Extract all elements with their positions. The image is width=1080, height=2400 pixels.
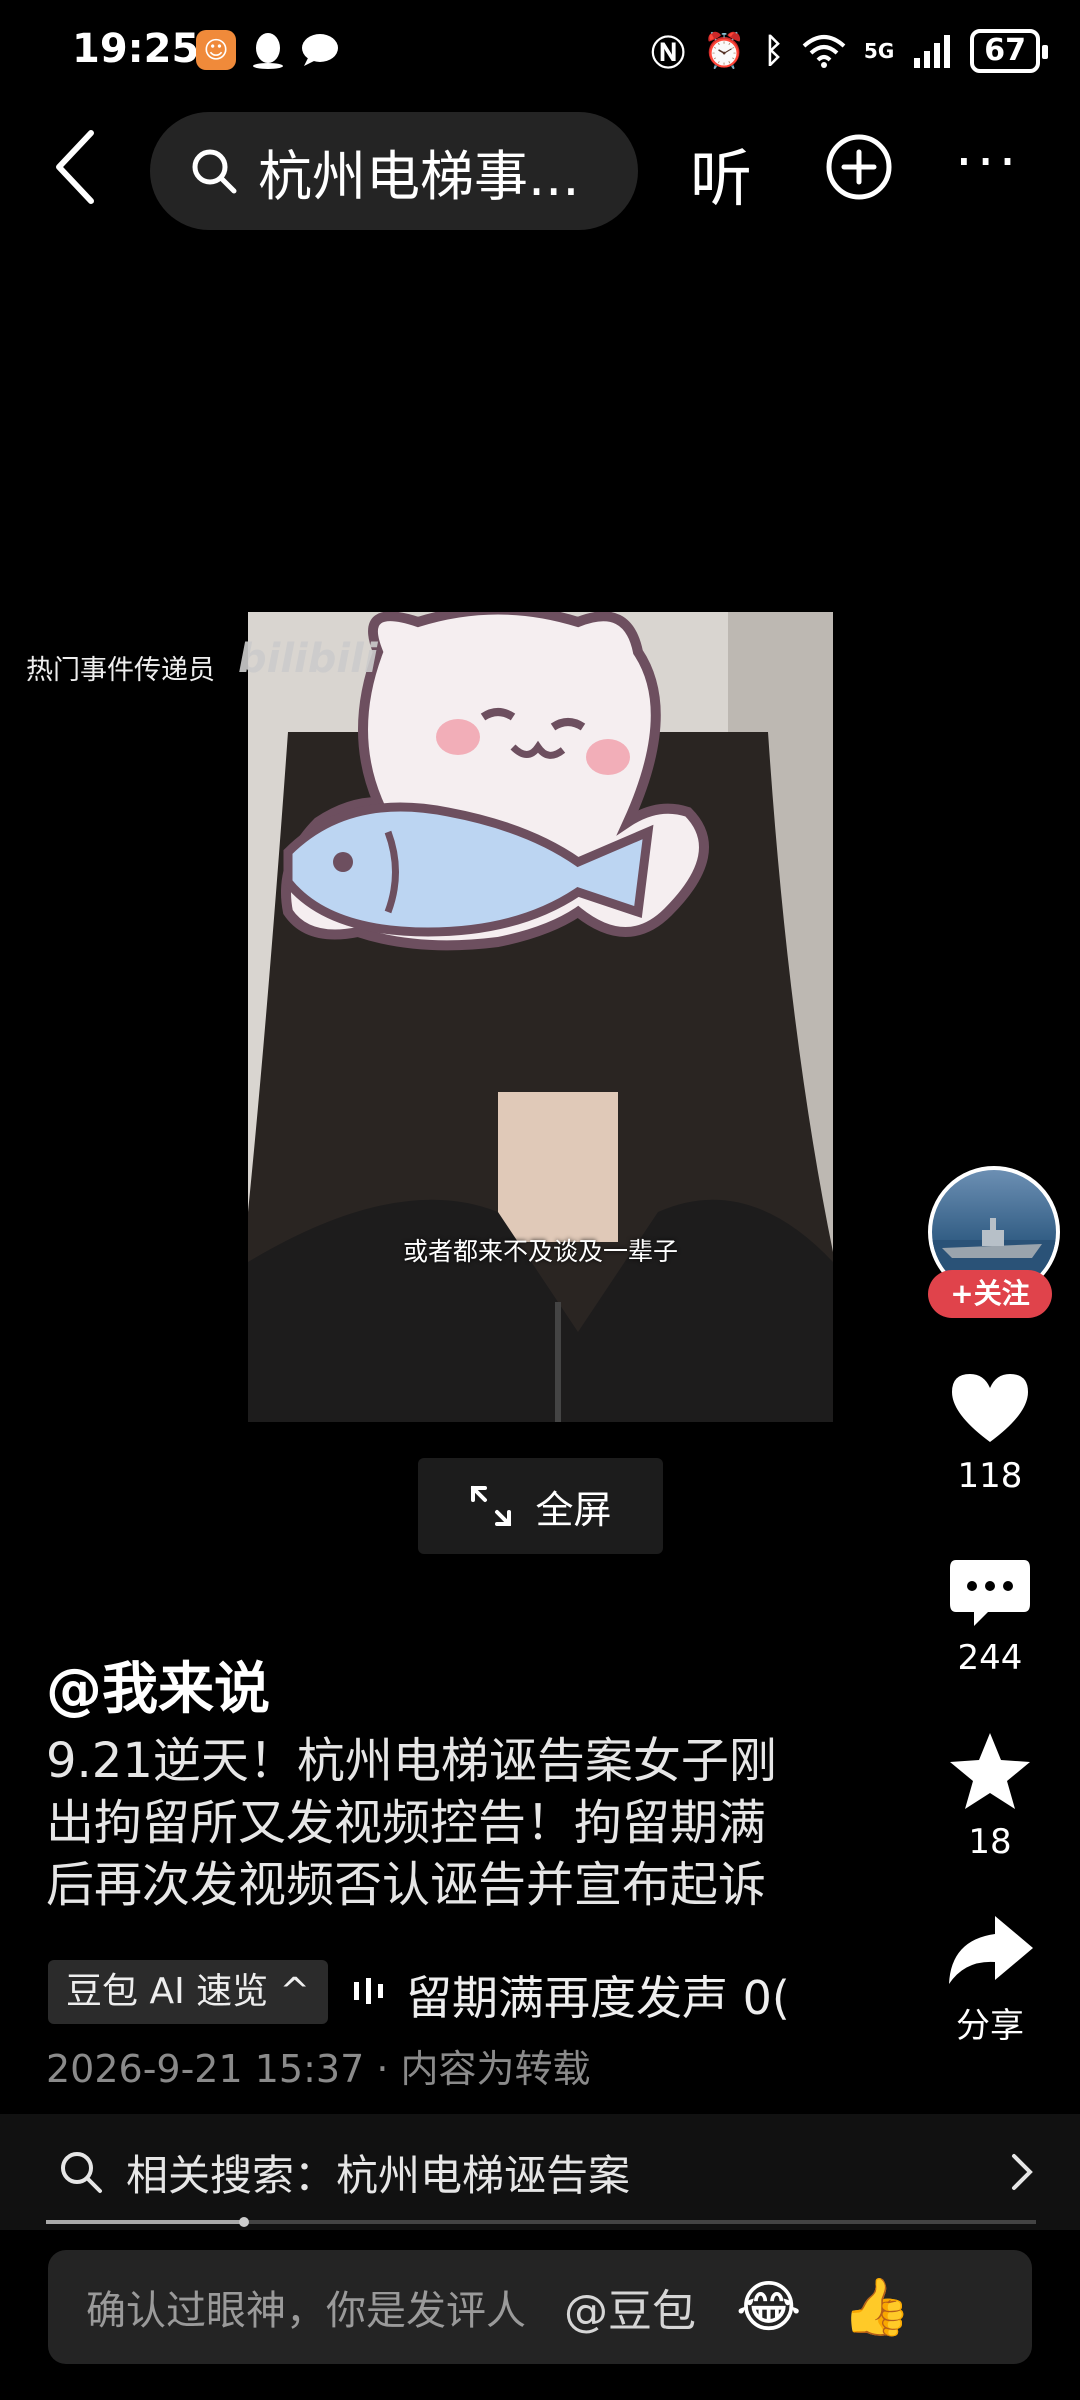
- search-query: 杭州电梯事...: [258, 144, 580, 208]
- plus-circle-icon: [826, 134, 892, 200]
- like-count: 118: [957, 1456, 1023, 1496]
- progress-handle[interactable]: [239, 2217, 249, 2227]
- back-button[interactable]: [40, 122, 110, 212]
- audio-wave-icon: [352, 1976, 386, 2010]
- search-icon: [192, 149, 237, 194]
- bluetooth-icon: ᛒ: [763, 30, 784, 71]
- chevron-right-icon: [1012, 2154, 1033, 2190]
- share-arrow-icon: [949, 1916, 1033, 1984]
- related-search-bar[interactable]: 相关搜索：杭州电梯诬告案: [0, 2114, 1080, 2230]
- video-progress-bar[interactable]: [46, 2217, 1036, 2227]
- comment-count: 244: [957, 1638, 1023, 1678]
- chevron-left-icon: [56, 130, 94, 204]
- related-search-label: 相关搜索：杭州电梯诬告案: [126, 2150, 631, 2200]
- favorite-count: 18: [968, 1822, 1012, 1862]
- post-date: 2026-9-21 15:37: [46, 2047, 365, 2091]
- system-status-icons: Ⓝ ⏰ ᛒ 5G 67: [651, 26, 1048, 75]
- comment-input-bar[interactable]: 确认过眼神，你是发评人 @豆包 😂 👍: [48, 2250, 1032, 2364]
- mention-doubao[interactable]: @豆包: [564, 2275, 696, 2339]
- nfc-icon: Ⓝ: [651, 34, 686, 74]
- fullscreen-button[interactable]: 全屏: [418, 1458, 663, 1554]
- more-options-button[interactable]: ···: [955, 130, 1020, 195]
- laughing-emoji-icon[interactable]: 😂: [736, 2275, 801, 2340]
- author-name[interactable]: @我来说: [46, 1644, 270, 1725]
- like-button[interactable]: 118: [930, 1370, 1050, 1496]
- video-watermark: 热门事件传递员: [26, 655, 215, 686]
- ai-summary-toggle[interactable]: 豆包 AI 速览 ^: [48, 1960, 328, 2024]
- listen-button[interactable]: 听: [690, 128, 752, 218]
- heart-icon: [952, 1374, 1028, 1442]
- video-frame-image: [248, 612, 833, 1422]
- video-player[interactable]: [248, 612, 833, 1422]
- battery-indicator: 67: [970, 28, 1048, 73]
- ai-summary-ticker: 留期满再度发声 0(: [406, 1971, 790, 2025]
- expand-icon: [471, 1486, 512, 1526]
- network-type: 5G: [863, 38, 895, 63]
- notification-icons: ☺: [196, 30, 340, 70]
- comment-button[interactable]: 244: [930, 1556, 1050, 1678]
- comment-placeholder: 确认过眼神，你是发评人: [86, 2288, 526, 2334]
- fullscreen-label: 全屏: [535, 1487, 612, 1532]
- comment-icon: [950, 1560, 1030, 1626]
- share-label: 分享: [956, 2006, 1024, 2046]
- chat-icon: [302, 34, 338, 66]
- video-subtitle: 或者都来不及谈及一辈子: [402, 1237, 678, 1266]
- favorite-button[interactable]: 18: [930, 1730, 1050, 1862]
- source-note: · 内容为转载: [376, 2047, 591, 2091]
- qq-icon: [253, 33, 283, 69]
- search-box[interactable]: 杭州电梯事...: [150, 112, 638, 230]
- star-icon: [950, 1733, 1030, 1809]
- post-meta: 2026-9-21 15:37 · 内容为转载: [46, 2038, 591, 2093]
- follow-button[interactable]: +关注: [928, 1270, 1052, 1318]
- alarm-icon: ⏰: [703, 30, 746, 71]
- status-time: 19:25: [72, 26, 200, 72]
- signal-icon: [914, 34, 951, 68]
- add-button[interactable]: [826, 134, 892, 200]
- progress-fill: [46, 2220, 244, 2224]
- share-button[interactable]: 分享: [930, 1912, 1050, 2047]
- post-description[interactable]: 9.21逆天！杭州电梯诬告案女子刚 出拘留所又发视频控告！拘留期满 后再次发视频…: [46, 1730, 846, 1916]
- search-icon: [61, 2152, 102, 2193]
- thumbs-up-emoji-icon[interactable]: 👍: [841, 2274, 911, 2340]
- bilibili-logo: bilibili: [238, 636, 378, 682]
- wifi-icon: [802, 34, 846, 68]
- app-notification-icon: ☺: [196, 30, 236, 70]
